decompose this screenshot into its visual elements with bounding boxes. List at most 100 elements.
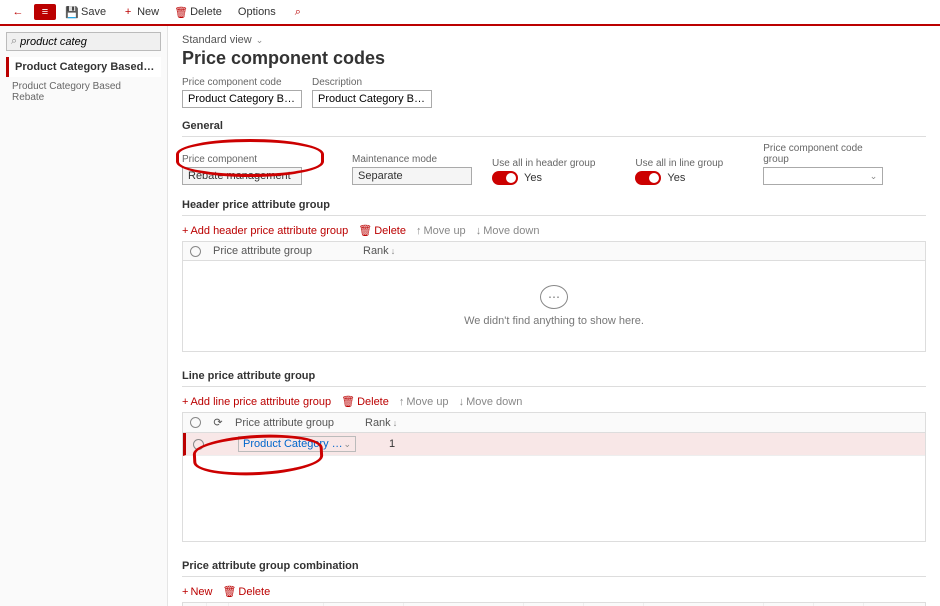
rank-cell: 1 — [362, 433, 422, 455]
code-input[interactable] — [182, 90, 302, 108]
use-all-header-label: Use all in header group — [492, 158, 595, 169]
plus-icon: + — [122, 6, 134, 18]
sidebar-item-sub[interactable]: Product Category Based Rebate — [6, 77, 161, 107]
arrow-down-icon: ↓ — [476, 225, 482, 237]
new-comb-button[interactable]: +New — [182, 586, 212, 598]
arrow-down-icon: ↓ — [459, 396, 465, 408]
delete-line-group-button[interactable]: 🗑Delete — [341, 395, 389, 408]
arrow-up-icon: ↑ — [416, 225, 422, 237]
price-component-label: Price component — [182, 154, 312, 165]
combination-title: Price attribute group combination — [182, 556, 926, 577]
add-line-group-button[interactable]: +Add line price attribute group — [182, 396, 331, 408]
combination-grid: Name Header type Header price attribute … — [182, 602, 926, 606]
sidebar-item-active[interactable]: Product Category Based Reb... — [6, 57, 161, 77]
price-component-dropdown[interactable]: Rebate management — [182, 167, 302, 185]
rank-col[interactable]: Rank ↓ — [357, 242, 417, 260]
use-all-line-toggle[interactable] — [635, 171, 661, 185]
arrow-up-icon: ↑ — [399, 396, 405, 408]
code-label: Price component code — [182, 77, 302, 88]
header-group-head: Price attribute group Rank ↓ — [183, 242, 925, 261]
code-group-dropdown[interactable]: ⌄ — [763, 167, 883, 185]
trash-icon: 🗑 — [222, 585, 236, 598]
edit-icon: ≡ — [39, 6, 51, 18]
desc-field: Description — [312, 77, 432, 108]
use-all-header-field: Use all in header group Yes — [492, 158, 595, 185]
desc-input[interactable] — [312, 90, 432, 108]
save-button[interactable]: 💾Save — [60, 4, 112, 20]
header-fields: Price component code Description — [182, 77, 926, 108]
search-icon: ⌕ — [292, 6, 304, 18]
arrow-left-icon: ← — [12, 6, 24, 18]
plus-icon: + — [182, 225, 188, 237]
pag-col[interactable]: Price attribute group — [229, 413, 359, 432]
sidebar-search[interactable]: ⌕ — [6, 32, 161, 51]
new-button[interactable]: +New — [116, 4, 165, 20]
plus-icon: + — [182, 586, 188, 598]
pag-col[interactable]: Price attribute group — [207, 242, 357, 260]
trash-icon: 🗑 — [175, 6, 187, 18]
sort-down-icon: ↓ — [391, 246, 396, 256]
edit-button[interactable]: ≡ — [34, 4, 56, 20]
empty-state: ⋯ We didn't find anything to show here. — [183, 261, 925, 351]
trash-icon: 🗑 — [358, 224, 372, 237]
line-group-row[interactable]: Product Category PA ...⌄ 1 — [183, 433, 925, 456]
search-button[interactable]: ⌕ — [286, 4, 310, 20]
header-group-grid: Price attribute group Rank ↓ ⋯ We didn't… — [182, 241, 926, 352]
move-up-line-button[interactable]: ↑Move up — [399, 396, 449, 408]
move-up-button[interactable]: ↑Move up — [416, 225, 466, 237]
trash-icon: 🗑 — [341, 395, 355, 408]
search-icon: ⌕ — [11, 35, 17, 48]
general-grid: Price component Rebate management Mainte… — [182, 143, 926, 185]
delete-button[interactable]: 🗑Delete — [169, 4, 228, 20]
new-label: New — [137, 6, 159, 18]
line-group-head: ⟳ Price attribute group Rank ↓ — [183, 413, 925, 433]
chevron-down-icon: ⌄ — [256, 35, 264, 46]
maint-mode-field: Maintenance mode Separate — [352, 154, 452, 185]
maint-mode-label: Maintenance mode — [352, 154, 452, 165]
chevron-down-icon: ⌄ — [343, 439, 351, 450]
code-group-label: Price component code group — [763, 143, 883, 165]
code-group-field: Price component code group ⌄ — [763, 143, 883, 185]
delete-header-group-button[interactable]: 🗑Delete — [358, 224, 406, 237]
reload-icon: ⟳ — [213, 416, 222, 429]
move-down-line-button[interactable]: ↓Move down — [459, 396, 523, 408]
maint-mode-dropdown[interactable]: Separate — [352, 167, 472, 185]
rank-col[interactable]: Rank ↓ — [359, 413, 419, 432]
chevron-down-icon: ⌄ — [870, 171, 878, 182]
use-all-header-value: Yes — [524, 172, 542, 184]
standard-view[interactable]: Standard view⌄ — [182, 34, 263, 46]
combination-actions: +New 🗑Delete — [182, 583, 926, 600]
delete-comb-button[interactable]: 🗑Delete — [222, 585, 270, 598]
save-label: Save — [81, 6, 106, 18]
delete-label: Delete — [190, 6, 222, 18]
save-icon: 💾 — [66, 6, 78, 18]
select-col[interactable] — [183, 242, 207, 260]
back-button[interactable]: ← — [6, 4, 30, 20]
plus-icon: + — [182, 396, 188, 408]
header-group-title: Header price attribute group — [182, 195, 926, 216]
main: Standard view⌄ Price component codes Pri… — [168, 26, 940, 606]
page-title: Price component codes — [182, 48, 926, 69]
sidebar: ⌕ Product Category Based Reb... Product … — [0, 26, 168, 606]
line-group-actions: +Add line price attribute group 🗑Delete … — [182, 393, 926, 410]
sort-down-icon: ↓ — [393, 418, 398, 428]
line-group-title: Line price attribute group — [182, 366, 926, 387]
move-down-button[interactable]: ↓Move down — [476, 225, 540, 237]
use-all-line-value: Yes — [667, 172, 685, 184]
content: ⌕ Product Category Based Reb... Product … — [0, 26, 940, 606]
options-button[interactable]: Options — [232, 4, 282, 20]
use-all-line-field: Use all in line group Yes — [635, 158, 723, 185]
price-component-field: Price component Rebate management — [182, 154, 312, 185]
header-group-actions: +Add header price attribute group 🗑Delet… — [182, 222, 926, 239]
reload-col[interactable]: ⟳ — [207, 413, 229, 432]
empty-text: We didn't find anything to show here. — [464, 315, 644, 327]
select-col[interactable] — [183, 413, 207, 432]
sidebar-search-input[interactable] — [20, 36, 156, 48]
add-header-group-button[interactable]: +Add header price attribute group — [182, 225, 348, 237]
row-select[interactable] — [186, 433, 210, 455]
general-title: General — [182, 116, 926, 137]
line-group-grid: ⟳ Price attribute group Rank ↓ Product C… — [182, 412, 926, 542]
pag-dropdown[interactable]: Product Category PA ...⌄ — [238, 436, 356, 452]
toolbar: ← ≡ 💾Save +New 🗑Delete Options ⌕ — [0, 0, 940, 26]
use-all-header-toggle[interactable] — [492, 171, 518, 185]
